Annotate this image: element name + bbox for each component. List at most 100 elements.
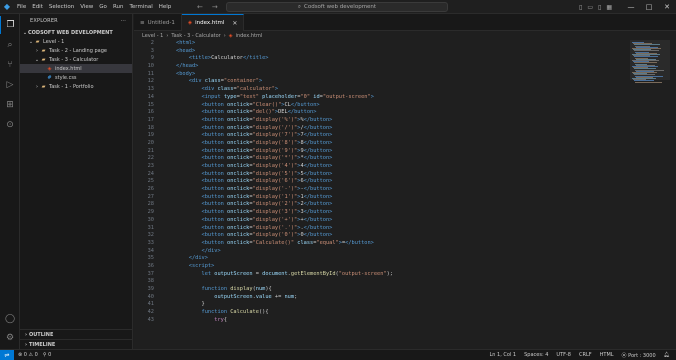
code-line[interactable]: 20 <button onclick="display('8')">8</but… <box>134 140 628 148</box>
code-line[interactable]: 3 <head> <box>134 48 628 56</box>
code-line[interactable]: 37 let outputScreen = document.getElemen… <box>134 271 628 279</box>
code-line[interactable]: 36 <script> <box>134 263 628 271</box>
toggle-secondary-sidebar-icon[interactable]: ▯ <box>598 4 601 11</box>
tab-untitled-1[interactable]: ≡ Untitled-1 <box>134 14 182 31</box>
code-line[interactable]: 24 <button onclick="display('5')">5</but… <box>134 171 628 179</box>
code-line[interactable]: 43 try{ <box>134 317 628 325</box>
code-line[interactable]: 31 <button onclick="display('.')">.</but… <box>134 225 628 233</box>
extensions-icon[interactable]: ⊞ <box>0 96 20 114</box>
breadcrumb-item[interactable]: Level - 1 <box>142 33 163 39</box>
code-line[interactable]: 23 <button onclick="display('4')">4</but… <box>134 163 628 171</box>
encoding[interactable]: UTF-8 <box>556 352 571 358</box>
code-line[interactable]: 38 <box>134 278 628 286</box>
menu-edit[interactable]: Edit <box>29 0 46 14</box>
command-center-search[interactable]: ⌕ Codsoft web development <box>226 2 448 12</box>
tree-item-level-1[interactable]: ⌄ ▰ Level - 1 <box>20 37 132 46</box>
code-text: <button onclick="display('-')">-</button… <box>201 186 333 193</box>
language-mode[interactable]: HTML <box>600 352 614 358</box>
forward-arrow-icon[interactable]: → <box>212 3 218 11</box>
minimize-button[interactable]: — <box>622 0 640 14</box>
code-line[interactable]: 13 <div class="calculator"> <box>134 86 628 94</box>
cursor-position[interactable]: Ln 1, Col 1 <box>489 352 516 358</box>
source-control-icon[interactable]: ⑂ <box>0 56 20 74</box>
menu-view[interactable]: View <box>77 0 96 14</box>
code-line[interactable]: 9 <title>Calculator</title> <box>134 55 628 63</box>
back-arrow-icon[interactable]: ← <box>197 3 203 11</box>
breadcrumb-item[interactable]: index.html <box>236 33 263 39</box>
activity-bar: ❐ ⌕ ⑂ ▷ ⊞ ⊙ ◯ ⚙ <box>0 14 20 349</box>
more-actions-icon[interactable]: ··· <box>121 18 126 24</box>
code-line[interactable]: 26 <button onclick="display('-')">-</but… <box>134 186 628 194</box>
tree-item-label: Level - 1 <box>43 38 65 45</box>
code-line[interactable]: 19 <button onclick="display('7')">7</but… <box>134 132 628 140</box>
menu-help[interactable]: Help <box>156 0 175 14</box>
tree-item-index-html[interactable]: ◈ index.html <box>20 64 132 73</box>
menu-terminal[interactable]: Terminal <box>126 0 155 14</box>
code-text: <button onclick="display('9')">9</button… <box>201 147 333 154</box>
code-line[interactable]: 21 <button onclick="display('9')">9</but… <box>134 148 628 156</box>
code-editor[interactable]: 2 <html> 3 <head> 9 <title>Calculator</title… <box>134 40 628 349</box>
customize-layout-icon[interactable]: ▦ <box>606 4 612 11</box>
code-line[interactable]: 33 <button onclick="Calculate()" class="… <box>134 240 628 248</box>
live-server-port[interactable]: ⦿ Port : 3000 <box>622 352 656 359</box>
code-line[interactable]: 25 <button onclick="display('6')">6</but… <box>134 178 628 186</box>
code-line[interactable]: 22 <button onclick="display('*')">*</but… <box>134 155 628 163</box>
code-line[interactable]: 15 <button onclick="Clear()">CL</button> <box>134 102 628 110</box>
tree-item-task-1[interactable]: › ▰ Task - 1 - Portfolio <box>20 82 132 91</box>
menu-run[interactable]: Run <box>110 0 127 14</box>
notifications-bell-icon[interactable]: 🔔︎ <box>664 352 670 358</box>
remote-indicator-icon[interactable]: ⇌ <box>0 349 14 360</box>
tree-item-label: index.html <box>55 65 82 72</box>
code-line[interactable]: 42 function Calculate(){ <box>134 309 628 317</box>
timeline-section[interactable]: › TIMELINE <box>20 339 133 349</box>
code-line[interactable]: 39 function display(num){ <box>134 286 628 294</box>
account-icon[interactable]: ◯ <box>0 310 20 328</box>
maximize-button[interactable]: □ <box>640 0 658 14</box>
menu-selection[interactable]: Selection <box>46 0 77 14</box>
errors-indicator[interactable]: ⊗ 0 ⚠ 0 <box>18 352 38 358</box>
code-line[interactable]: 27 <button onclick="display('1')">1</but… <box>134 194 628 202</box>
explorer-title: EXPLORER <box>30 18 58 24</box>
menu-go[interactable]: Go <box>96 0 110 14</box>
tree-item-task-2[interactable]: › ▰ Task - 2 - Landing page <box>20 46 132 55</box>
code-line[interactable]: 10 </head> <box>134 63 628 71</box>
code-line[interactable]: 34 </div> <box>134 248 628 256</box>
line-number: 10 <box>147 63 154 70</box>
code-line[interactable]: 12 <div class="container"> <box>134 78 628 86</box>
code-line[interactable]: 32 <button onclick="display('0')">0</but… <box>134 232 628 240</box>
remote-explorer-icon[interactable]: ⊙ <box>0 116 20 134</box>
close-tab-icon[interactable]: ✕ <box>232 20 237 27</box>
code-line[interactable]: 30 <button onclick="display('+')">+</but… <box>134 217 628 225</box>
code-line[interactable]: 18 <button onclick="display('/')">/</but… <box>134 125 628 133</box>
run-debug-icon[interactable]: ▷ <box>0 76 20 94</box>
code-line[interactable]: 17 <button onclick="display('%')">%</but… <box>134 117 628 125</box>
code-line[interactable]: 40 outputScreen.value += num; <box>134 294 628 302</box>
settings-gear-icon[interactable]: ⚙ <box>0 329 20 347</box>
breadcrumb-item[interactable]: Task - 3 - Calculator <box>171 33 220 39</box>
tab-index-html[interactable]: ◈ index.html ✕ <box>181 14 245 31</box>
outline-section[interactable]: › OUTLINE <box>20 329 133 339</box>
code-text: outputScreen.value += num; <box>214 293 298 300</box>
code-line[interactable]: 2 <html> <box>134 40 628 48</box>
tree-item-task-3[interactable]: ⌄ ▰ Task - 3 - Calculator <box>20 55 132 64</box>
code-line[interactable]: 41 } <box>134 301 628 309</box>
line-ending[interactable]: CRLF <box>579 352 592 358</box>
code-line[interactable]: 16 <button onclick="del()">DEL</button> <box>134 109 628 117</box>
code-line[interactable]: 35 </div> <box>134 255 628 263</box>
code-line[interactable]: 29 <button onclick="display('3')">3</but… <box>134 209 628 217</box>
code-line[interactable]: 14 <input type="text" placeholder="0" id… <box>134 94 628 102</box>
menu-file[interactable]: File <box>14 0 29 14</box>
ports-indicator[interactable]: ⚲ 0 <box>43 352 51 358</box>
close-button[interactable]: ✕ <box>658 0 676 14</box>
code-line[interactable]: 11 <body> <box>134 71 628 79</box>
minimap[interactable] <box>628 40 676 349</box>
toggle-panel-icon[interactable]: ▭ <box>587 4 593 11</box>
indentation[interactable]: Spaces: 4 <box>524 352 548 358</box>
code-line[interactable]: 28 <button onclick="display('2')">2</but… <box>134 201 628 209</box>
toggle-sidebar-icon[interactable]: ▯ <box>579 4 582 11</box>
tree-item-style-css[interactable]: # style.css <box>20 73 132 82</box>
workspace-root[interactable]: ⌄ CODSOFT WEB DEVELOPMENT <box>20 28 132 37</box>
files-icon[interactable]: ❐ <box>0 16 20 34</box>
search-icon[interactable]: ⌕ <box>0 36 20 54</box>
